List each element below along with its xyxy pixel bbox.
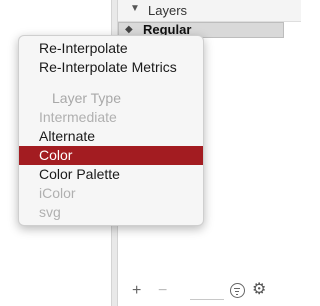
menu-item-re-interpolate-metrics[interactable]: Re-Interpolate Metrics [19, 58, 203, 77]
menu-section-header-layer-type: Layer Type [52, 90, 122, 106]
filter-icon[interactable] [230, 283, 245, 298]
remove-layer-button[interactable]: − [158, 280, 167, 302]
add-layer-button[interactable]: + [132, 280, 141, 302]
menu-item-re-interpolate[interactable]: Re-Interpolate [19, 39, 203, 58]
menu-item-icolor: iColor [39, 185, 76, 201]
layer-context-menu: Re-Interpolate Re-Interpolate Metrics La… [18, 35, 204, 226]
gear-icon[interactable]: ⚙ [252, 281, 266, 299]
layer-filter-field[interactable] [190, 299, 224, 300]
menu-item-color-palette[interactable]: Color Palette [19, 165, 203, 184]
menu-item-intermediate: Intermediate [39, 109, 117, 125]
disclosure-triangle-icon[interactable]: ▼ [130, 3, 140, 14]
layers-toolbar: + − ⚙ [118, 280, 301, 304]
menu-item-color[interactable]: Color [19, 146, 203, 165]
layers-title: Layers [148, 3, 188, 18]
layers-section-header[interactable]: ▼ Layers [118, 0, 301, 22]
menu-item-alternate[interactable]: Alternate [19, 127, 203, 146]
menu-item-svg: svg [39, 204, 61, 220]
layer-diamond-icon: ◆ [125, 24, 133, 35]
